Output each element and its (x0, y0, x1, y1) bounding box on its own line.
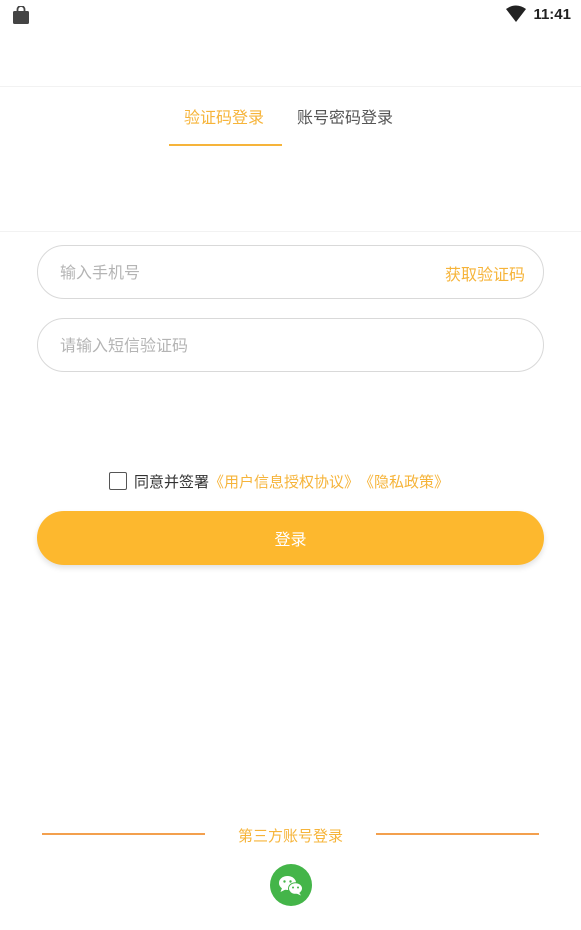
phone-field: 获取验证码 (37, 245, 544, 299)
header-divider (0, 86, 581, 87)
agreement-checkbox[interactable] (109, 472, 127, 490)
shopping-bag-icon (13, 6, 29, 24)
wifi-icon (506, 5, 527, 22)
sms-code-input[interactable] (60, 319, 420, 371)
third-party-divider-right (376, 833, 539, 835)
tab-active-indicator (169, 144, 282, 146)
agreement-text: 同意并签署 (134, 472, 210, 491)
user-agreement-link[interactable]: 《用户信息授权协议》 (209, 471, 359, 492)
status-time: 11:41 (533, 5, 571, 23)
wechat-login-button[interactable] (270, 864, 312, 906)
tab-password-login[interactable]: 账号密码登录 (297, 104, 393, 128)
phone-input[interactable] (60, 246, 420, 298)
wechat-icon (279, 876, 303, 896)
status-right: 11:41 (505, 5, 571, 23)
privacy-policy-link[interactable]: 《隐私政策》 (359, 471, 449, 492)
code-field (37, 318, 544, 372)
status-bar: 11:41 (0, 0, 581, 32)
login-tabs: 验证码登录 账号密码登录 (0, 104, 581, 146)
tab-sms-login[interactable]: 验证码登录 (184, 104, 264, 128)
third-party-label: 第三方账号登录 (237, 827, 343, 845)
get-code-button[interactable]: 获取验证码 (445, 261, 525, 285)
login-button[interactable]: 登录 (37, 511, 544, 565)
section-divider (0, 231, 581, 232)
agreement-row: 同意并签署 《用户信息授权协议》 《隐私政策》 (109, 471, 449, 491)
